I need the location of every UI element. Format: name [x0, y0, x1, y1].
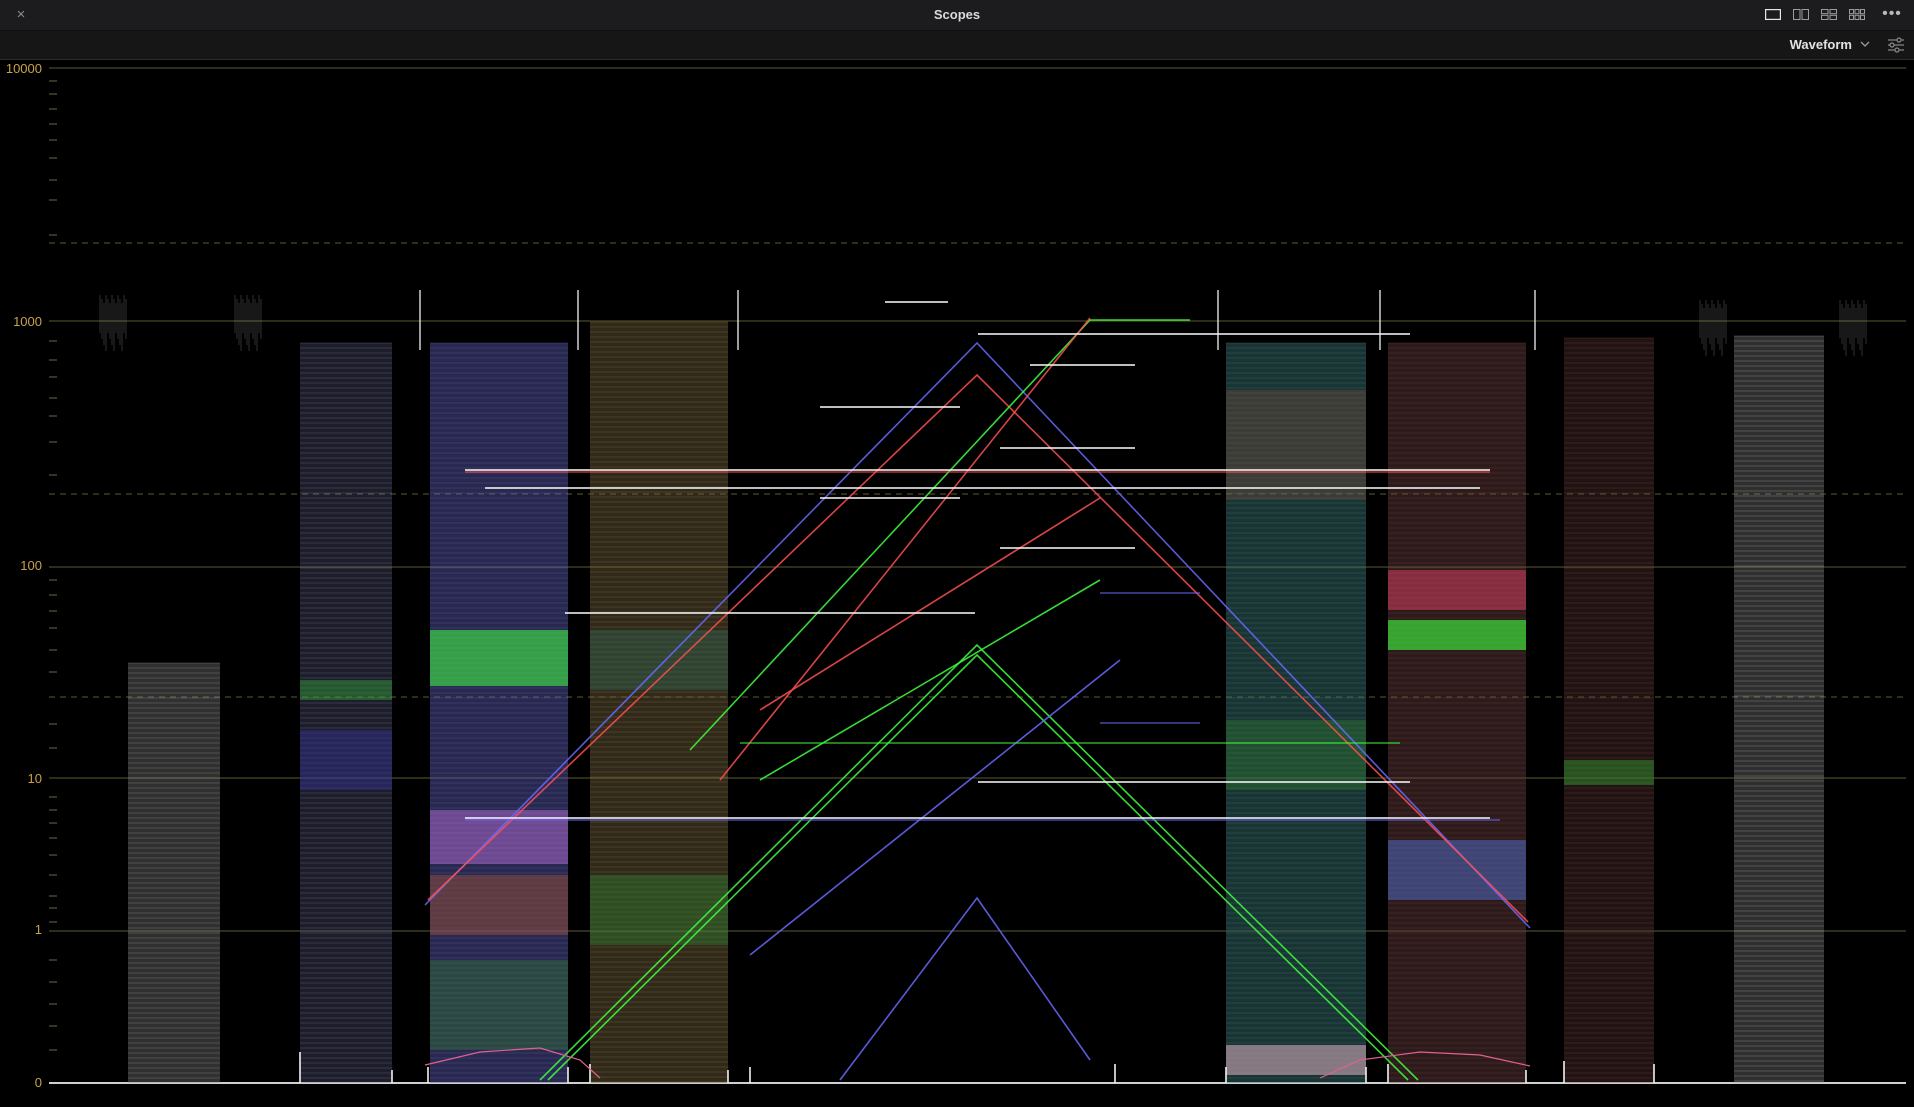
waveform-ramp-trace — [839, 896, 1091, 1081]
chevron-down-icon — [1860, 41, 1870, 47]
waveform-band — [300, 730, 392, 790]
waveform-band — [1226, 390, 1366, 500]
layout-grid-icon[interactable] — [1848, 8, 1866, 21]
waveform-band — [1388, 570, 1526, 610]
layout-dual-icon[interactable] — [1792, 8, 1810, 21]
scope-type-dropdown[interactable]: Waveform — [1790, 37, 1870, 52]
scope-type-label: Waveform — [1789, 37, 1852, 52]
waveform-band — [430, 630, 568, 686]
waveform-ramp-trace — [759, 497, 1101, 711]
waveform-ramp-trace — [759, 579, 1101, 781]
more-options-button[interactable]: ••• — [1880, 5, 1904, 25]
window-title: Scopes — [933, 7, 981, 22]
axis-label-1000: 1000 — [13, 314, 42, 329]
waveform-band — [590, 630, 728, 690]
layout-quad-icon[interactable] — [1820, 8, 1838, 21]
waveform-band — [430, 875, 568, 935]
waveform-band — [590, 875, 728, 945]
waveform-display — [49, 67, 1906, 1084]
scope-toolbar: Waveform — [0, 31, 1914, 60]
waveform-band — [1388, 620, 1526, 650]
layout-toggle-group — [1764, 8, 1866, 21]
waveform-band — [1226, 720, 1366, 790]
layout-single-icon[interactable] — [1764, 8, 1782, 21]
axis-label-1: 1 — [34, 922, 42, 937]
axis-label-0: 0 — [34, 1075, 42, 1090]
close-button[interactable]: × — [12, 6, 30, 24]
axis-label-10000: 10000 — [5, 61, 42, 76]
axis-label-100: 100 — [20, 558, 42, 573]
waveform-ramp-trace — [749, 659, 1121, 956]
axis-label-10: 10 — [27, 771, 42, 786]
sliders-icon[interactable] — [1886, 36, 1906, 54]
waveform-band — [430, 960, 568, 1050]
waveform-band — [300, 680, 392, 700]
waveform-band — [1388, 840, 1526, 900]
waveform-band — [1226, 1045, 1366, 1075]
waveform-band — [1564, 760, 1654, 785]
waveform-ramp-trace — [689, 319, 1190, 751]
waveform-scope: 10000 1000 100 10 1 0 — [0, 60, 1914, 1107]
title-bar: × Scopes ••• — [0, 0, 1914, 31]
waveform-bar — [1564, 338, 1654, 1083]
